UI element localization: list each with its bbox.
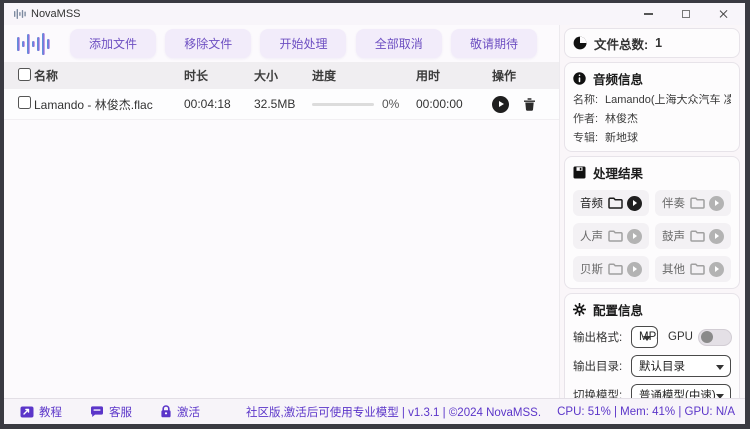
row-delete-icon[interactable] bbox=[523, 97, 536, 111]
row-play-button[interactable] bbox=[492, 96, 509, 113]
play-icon[interactable] bbox=[627, 229, 642, 244]
audio-album-value: 新地球 bbox=[605, 132, 638, 145]
results-card: 处理结果 音频 伴奏 人声 bbox=[564, 156, 740, 289]
gear-icon bbox=[573, 303, 586, 316]
support-link[interactable]: 客服 bbox=[90, 404, 132, 420]
result-vocals: 人声 bbox=[573, 223, 649, 249]
result-accompaniment: 伴奏 bbox=[655, 190, 731, 216]
result-bass: 贝斯 bbox=[573, 256, 649, 282]
gpu-label: GPU bbox=[668, 331, 693, 343]
system-stats-text: CPU: 51% | Mem: 41% | GPU: N/A bbox=[557, 406, 735, 418]
results-title: 处理结果 bbox=[593, 163, 643, 182]
file-size: 32.5MB bbox=[254, 97, 312, 111]
result-label: 伴奏 bbox=[662, 195, 685, 211]
result-label: 贝斯 bbox=[580, 261, 603, 277]
file-duration: 00:04:18 bbox=[184, 97, 254, 111]
audio-artist-value: 林俊杰 bbox=[605, 113, 638, 126]
result-label: 鼓声 bbox=[662, 228, 685, 244]
right-panel: 文件总数: 1 音频信息 名称:Lamando(上海大众汽车 凌渡特别… 作者: bbox=[559, 25, 745, 398]
play-icon[interactable] bbox=[627, 196, 642, 211]
play-icon[interactable] bbox=[627, 262, 642, 277]
activate-label: 激活 bbox=[177, 404, 200, 420]
close-button[interactable] bbox=[717, 7, 731, 21]
chevron-down-icon bbox=[643, 336, 651, 341]
audio-artist-label: 作者: bbox=[573, 113, 605, 126]
header-operations: 操作 bbox=[492, 67, 556, 84]
file-table-header: 名称 时长 大小 进度 用时 操作 bbox=[4, 62, 559, 89]
app-logo-icon bbox=[14, 9, 26, 19]
gpu-toggle[interactable] bbox=[698, 329, 732, 346]
activate-link[interactable]: 激活 bbox=[160, 404, 200, 420]
file-count-value: 1 bbox=[655, 36, 662, 50]
audio-album-label: 专辑: bbox=[573, 132, 605, 145]
floppy-disk-icon bbox=[573, 166, 586, 179]
support-label: 客服 bbox=[109, 404, 132, 420]
result-label: 音频 bbox=[580, 195, 603, 211]
file-count-card: 文件总数: 1 bbox=[564, 28, 740, 58]
tutorial-link[interactable]: 教程 bbox=[20, 404, 62, 420]
screenshot-frame: NovaMSS bbox=[0, 0, 750, 429]
play-icon[interactable] bbox=[709, 229, 724, 244]
file-name: Lamando - 林俊杰.flac bbox=[34, 96, 184, 113]
file-count-label: 文件总数: bbox=[594, 34, 648, 53]
header-elapsed: 用时 bbox=[416, 67, 492, 84]
folder-icon[interactable] bbox=[690, 197, 705, 209]
audio-info-card: 音频信息 名称:Lamando(上海大众汽车 凌渡特别… 作者:林俊杰 专辑:新… bbox=[564, 62, 740, 152]
titlebar: NovaMSS bbox=[4, 3, 745, 25]
output-dir-label: 输出目录: bbox=[573, 358, 631, 374]
toolbar: 添加文件 移除文件 开始处理 全部取消 敬请期待 bbox=[4, 25, 559, 62]
folder-icon[interactable] bbox=[608, 197, 623, 209]
result-audio: 音频 bbox=[573, 190, 649, 216]
table-row: Lamando - 林俊杰.flac 00:04:18 32.5MB 0% 00… bbox=[4, 89, 559, 120]
waveform-logo-icon bbox=[16, 31, 50, 57]
output-dir-value: 默认目录 bbox=[639, 358, 685, 374]
folder-icon[interactable] bbox=[690, 230, 705, 242]
chat-bubble-icon bbox=[90, 406, 104, 418]
config-title: 配置信息 bbox=[593, 300, 643, 319]
audio-info-title: 音频信息 bbox=[593, 69, 643, 88]
header-duration: 时长 bbox=[184, 67, 254, 84]
audio-name-label: 名称: bbox=[573, 94, 605, 107]
statusbar: 教程 客服 bbox=[4, 398, 745, 424]
window-title: NovaMSS bbox=[31, 8, 81, 20]
chevron-down-icon bbox=[716, 365, 724, 370]
folder-icon[interactable] bbox=[608, 230, 623, 242]
minimize-button[interactable] bbox=[641, 7, 655, 21]
remove-file-button[interactable]: 移除文件 bbox=[165, 29, 251, 58]
maximize-button[interactable] bbox=[679, 7, 693, 21]
header-name: 名称 bbox=[34, 67, 184, 84]
edition-version-text: 社区版,激活后可使用专业模型 | v1.3.1 | ©2024 NovaMSS. bbox=[200, 404, 557, 420]
header-progress: 进度 bbox=[312, 67, 416, 84]
folder-icon[interactable] bbox=[608, 263, 623, 275]
result-other: 其他 bbox=[655, 256, 731, 282]
results-grid: 音频 伴奏 人声 鼓声 bbox=[573, 190, 731, 282]
lock-icon bbox=[160, 405, 172, 418]
audio-name-value: Lamando(上海大众汽车 凌渡特别… bbox=[605, 94, 731, 107]
tutorial-label: 教程 bbox=[39, 404, 62, 420]
add-file-button[interactable]: 添加文件 bbox=[70, 29, 156, 58]
output-format-label: 输出格式: bbox=[573, 329, 631, 345]
progress-bar bbox=[312, 103, 374, 106]
header-size: 大小 bbox=[254, 67, 312, 84]
info-icon bbox=[573, 72, 586, 85]
result-label: 其他 bbox=[662, 261, 685, 277]
output-dir-select[interactable]: 默认目录 bbox=[631, 355, 731, 377]
pie-chart-icon bbox=[573, 36, 587, 50]
result-label: 人声 bbox=[580, 228, 603, 244]
play-icon[interactable] bbox=[709, 196, 724, 211]
cancel-all-button[interactable]: 全部取消 bbox=[356, 29, 442, 58]
coming-soon-button[interactable]: 敬请期待 bbox=[451, 29, 537, 58]
select-all-checkbox[interactable] bbox=[18, 68, 31, 81]
play-icon[interactable] bbox=[709, 262, 724, 277]
folder-icon[interactable] bbox=[690, 263, 705, 275]
app-window: NovaMSS bbox=[4, 3, 745, 424]
row-checkbox[interactable] bbox=[18, 96, 31, 109]
progress-percent: 0% bbox=[382, 97, 399, 111]
output-format-select[interactable]: MP3 bbox=[631, 326, 658, 348]
result-drums: 鼓声 bbox=[655, 223, 731, 249]
main-area: 添加文件 移除文件 开始处理 全部取消 敬请期待 名称 时长 大小 进度 用时 … bbox=[4, 25, 559, 398]
tutorial-icon bbox=[20, 406, 34, 418]
start-processing-button[interactable]: 开始处理 bbox=[260, 29, 346, 58]
file-elapsed: 00:00:00 bbox=[416, 97, 492, 111]
